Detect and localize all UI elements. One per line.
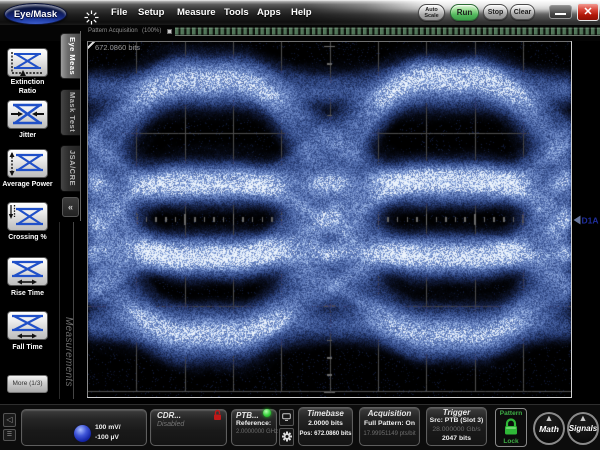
svg-text:D1A: D1A <box>582 216 599 226</box>
